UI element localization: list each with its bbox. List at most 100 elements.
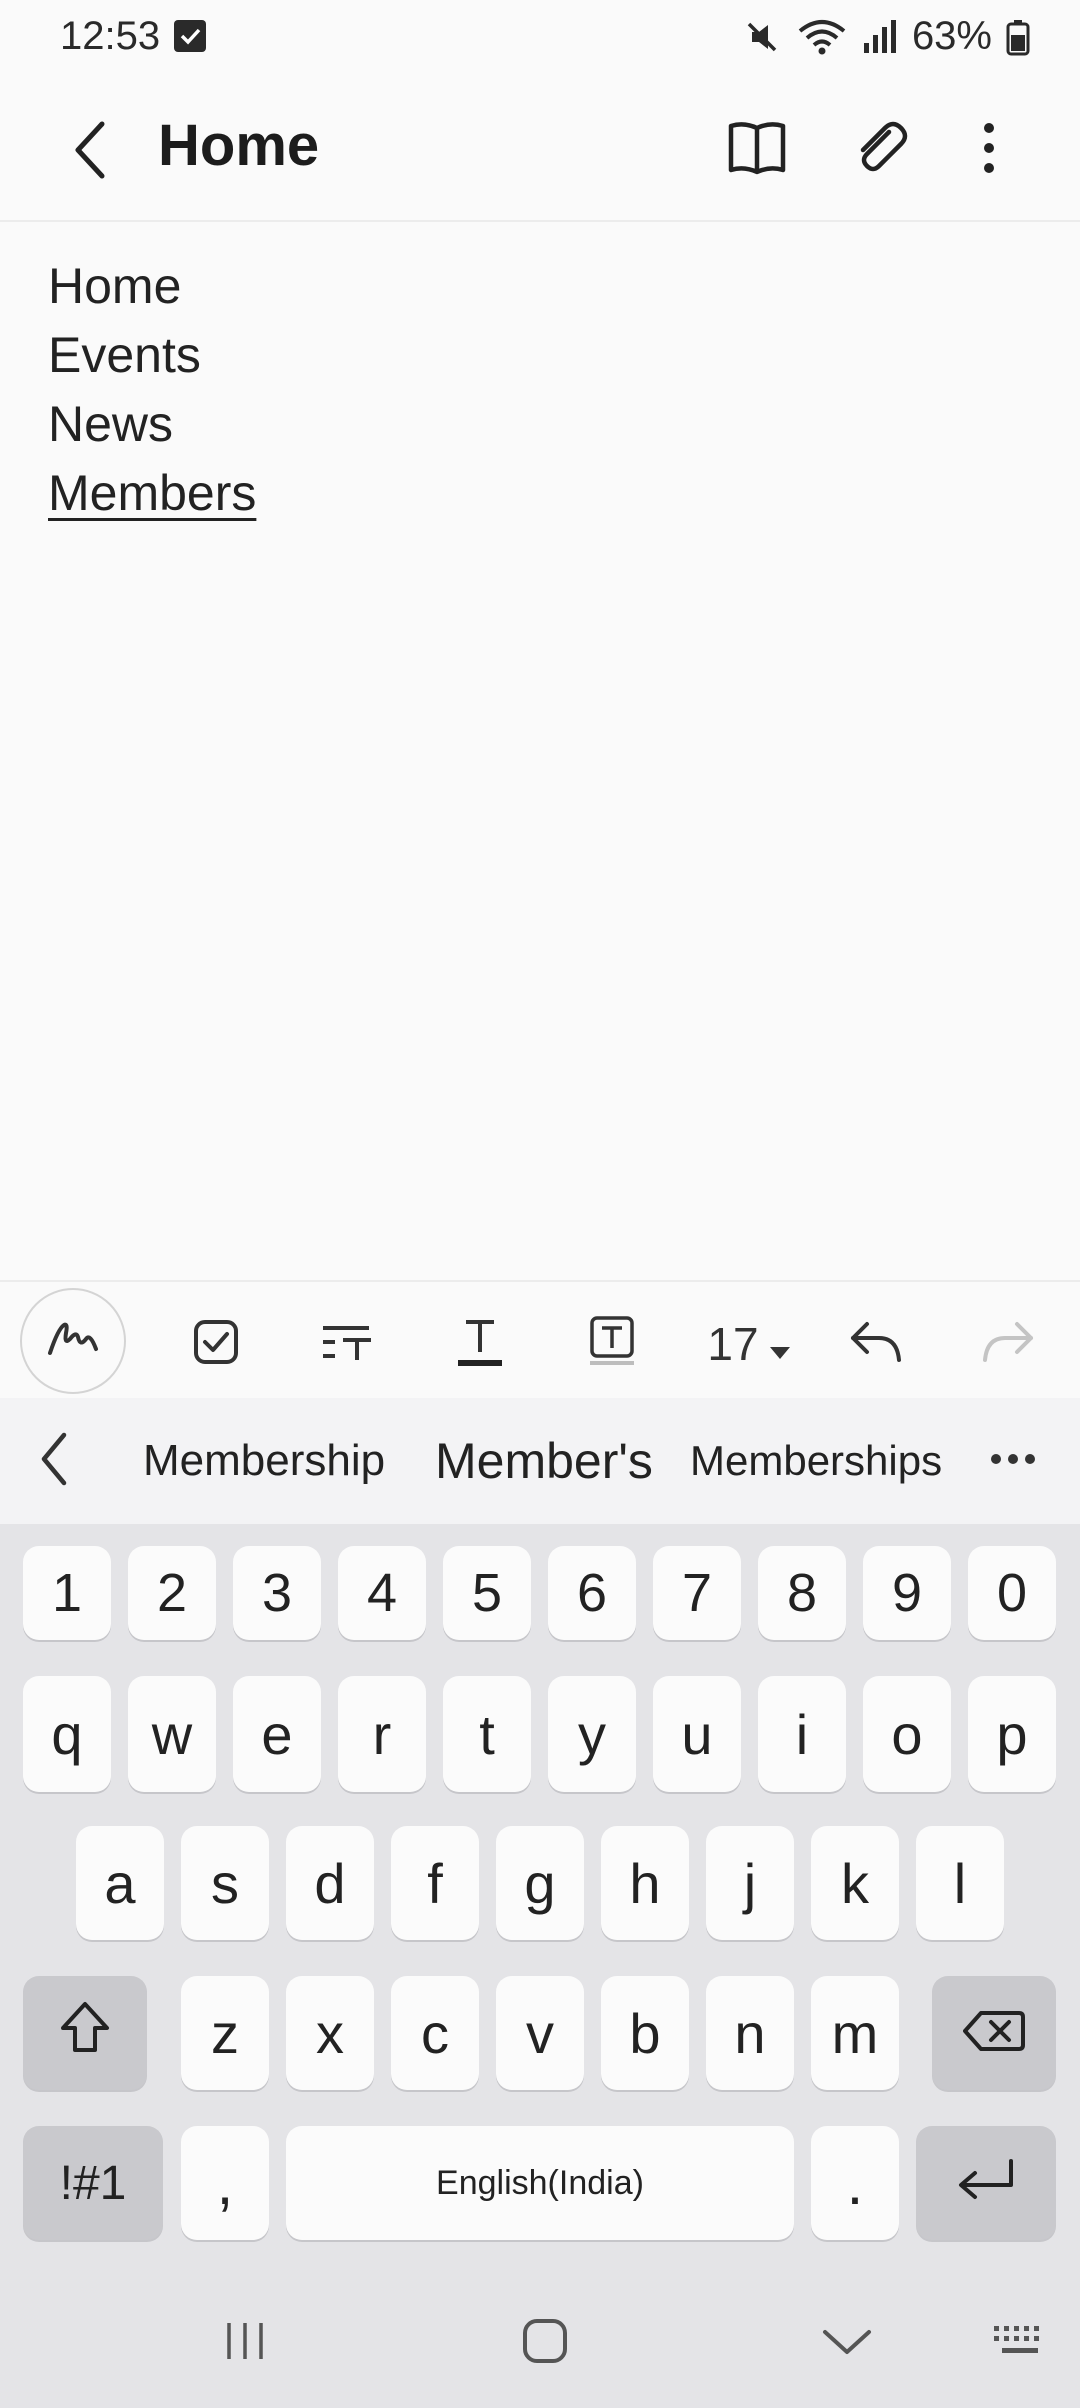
key-x[interactable]: x bbox=[286, 1976, 374, 2090]
key-y[interactable]: y bbox=[548, 1676, 636, 1792]
shift-icon bbox=[59, 2000, 111, 2067]
key-u[interactable]: u bbox=[653, 1676, 741, 1792]
key-e[interactable]: e bbox=[233, 1676, 321, 1792]
key-t[interactable]: t bbox=[443, 1676, 531, 1792]
home-icon bbox=[521, 2317, 569, 2370]
note-line: Events bbox=[48, 327, 201, 383]
note-body[interactable]: Home Events News Members bbox=[48, 252, 1028, 528]
collapse-toolbar-icon bbox=[36, 1431, 72, 1492]
key-3[interactable]: 3 bbox=[233, 1546, 321, 1640]
collapse-toolbar-button[interactable] bbox=[36, 1398, 96, 1524]
key-4[interactable]: 4 bbox=[338, 1546, 426, 1640]
page-title: Home bbox=[158, 113, 320, 178]
key-s[interactable]: s bbox=[181, 1826, 269, 1940]
hide-keyboard-icon bbox=[821, 2326, 873, 2361]
font-size-dropdown-icon bbox=[769, 1317, 791, 1371]
backspace-key[interactable] bbox=[932, 1976, 1056, 2090]
suggestion-item[interactable]: Membership bbox=[143, 1398, 385, 1524]
key-w[interactable]: w bbox=[128, 1676, 216, 1792]
key-k[interactable]: k bbox=[811, 1826, 899, 1940]
shift-key[interactable] bbox=[23, 1976, 147, 2090]
checkbox-button[interactable] bbox=[166, 1294, 266, 1394]
key-5[interactable]: 5 bbox=[443, 1546, 531, 1640]
paragraph-style-button[interactable] bbox=[298, 1294, 398, 1394]
paragraph-style-icon bbox=[321, 1322, 375, 1367]
text-color-button[interactable] bbox=[430, 1294, 530, 1394]
text-color-icon bbox=[456, 1316, 504, 1373]
key-g[interactable]: g bbox=[496, 1826, 584, 1940]
undo-button[interactable] bbox=[826, 1294, 926, 1394]
checkbox-icon bbox=[192, 1318, 240, 1371]
key-m[interactable]: m bbox=[811, 1976, 899, 2090]
key-7[interactable]: 7 bbox=[653, 1546, 741, 1640]
keyboard: 1 2 3 4 5 6 7 8 9 0 q w e r t y u i o p … bbox=[0, 1524, 1080, 2408]
space-key[interactable]: English(India) bbox=[286, 2126, 794, 2240]
wifi-icon bbox=[796, 17, 848, 57]
more-suggestions-button[interactable] bbox=[990, 1398, 1040, 1524]
font-size-value: 17 bbox=[707, 1318, 759, 1370]
status-bar: 12:53 63% bbox=[0, 0, 1080, 72]
key-d[interactable]: d bbox=[286, 1826, 374, 1940]
redo-button[interactable] bbox=[958, 1294, 1058, 1394]
key-p[interactable]: p bbox=[968, 1676, 1056, 1792]
app-bar: Home bbox=[0, 72, 1080, 222]
note-line: Home bbox=[48, 258, 182, 314]
period-key[interactable]: . bbox=[811, 2126, 899, 2240]
keyboard-switch-button[interactable] bbox=[975, 2298, 1065, 2388]
more-suggestions-icon bbox=[990, 1452, 1036, 1470]
notification-check-icon bbox=[174, 20, 206, 52]
key-1[interactable]: 1 bbox=[23, 1546, 111, 1640]
keyboard-switch-icon bbox=[992, 2324, 1048, 2363]
recent-apps-button[interactable] bbox=[200, 2298, 290, 2388]
suggestion-item[interactable]: Member's bbox=[435, 1398, 653, 1524]
key-2[interactable]: 2 bbox=[128, 1546, 216, 1640]
recent-apps-icon bbox=[223, 2319, 267, 2368]
note-line: News bbox=[48, 396, 174, 452]
key-b[interactable]: b bbox=[601, 1976, 689, 2090]
attach-button[interactable] bbox=[836, 105, 926, 195]
key-l[interactable]: l bbox=[916, 1826, 1004, 1940]
home-button[interactable] bbox=[500, 2298, 590, 2388]
hide-keyboard-button[interactable] bbox=[802, 2298, 892, 2388]
more-options-icon bbox=[981, 122, 997, 179]
key-9[interactable]: 9 bbox=[863, 1546, 951, 1640]
key-v[interactable]: v bbox=[496, 1976, 584, 2090]
more-options-button[interactable] bbox=[944, 105, 1034, 195]
key-r[interactable]: r bbox=[338, 1676, 426, 1792]
attach-icon bbox=[851, 118, 911, 183]
key-i[interactable]: i bbox=[758, 1676, 846, 1792]
signal-icon bbox=[862, 17, 898, 57]
key-c[interactable]: c bbox=[391, 1976, 479, 2090]
redo-icon bbox=[981, 1320, 1035, 1369]
enter-key[interactable] bbox=[916, 2126, 1056, 2240]
status-time: 12:53 bbox=[60, 14, 161, 58]
undo-icon bbox=[849, 1320, 903, 1369]
symbols-key[interactable]: !#1 bbox=[23, 2126, 163, 2240]
key-8[interactable]: 8 bbox=[758, 1546, 846, 1640]
reading-mode-icon bbox=[727, 120, 787, 181]
key-n[interactable]: n bbox=[706, 1976, 794, 2090]
battery-icon bbox=[1006, 17, 1030, 57]
key-f[interactable]: f bbox=[391, 1826, 479, 1940]
key-a[interactable]: a bbox=[76, 1826, 164, 1940]
key-6[interactable]: 6 bbox=[548, 1546, 636, 1640]
reading-mode-button[interactable] bbox=[712, 105, 802, 195]
key-h[interactable]: h bbox=[601, 1826, 689, 1940]
suggestion-item[interactable]: Memberships bbox=[690, 1398, 942, 1524]
suggestion-bar: Membership Member's Memberships bbox=[0, 1398, 1080, 1524]
font-size-button[interactable]: 17 bbox=[694, 1294, 804, 1394]
comma-key[interactable]: , bbox=[181, 2126, 269, 2240]
status-icons: 63% bbox=[742, 14, 1030, 59]
note-line-current: Members bbox=[48, 465, 257, 521]
text-background-icon bbox=[588, 1315, 636, 1373]
key-0[interactable]: 0 bbox=[968, 1546, 1056, 1640]
key-z[interactable]: z bbox=[181, 1976, 269, 2090]
key-o[interactable]: o bbox=[863, 1676, 951, 1792]
back-button[interactable] bbox=[50, 112, 130, 192]
mute-icon bbox=[742, 17, 782, 57]
key-q[interactable]: q bbox=[23, 1676, 111, 1792]
backspace-icon bbox=[963, 2001, 1025, 2066]
handwriting-button[interactable] bbox=[20, 1288, 126, 1394]
key-j[interactable]: j bbox=[706, 1826, 794, 1940]
text-background-button[interactable] bbox=[562, 1294, 662, 1394]
